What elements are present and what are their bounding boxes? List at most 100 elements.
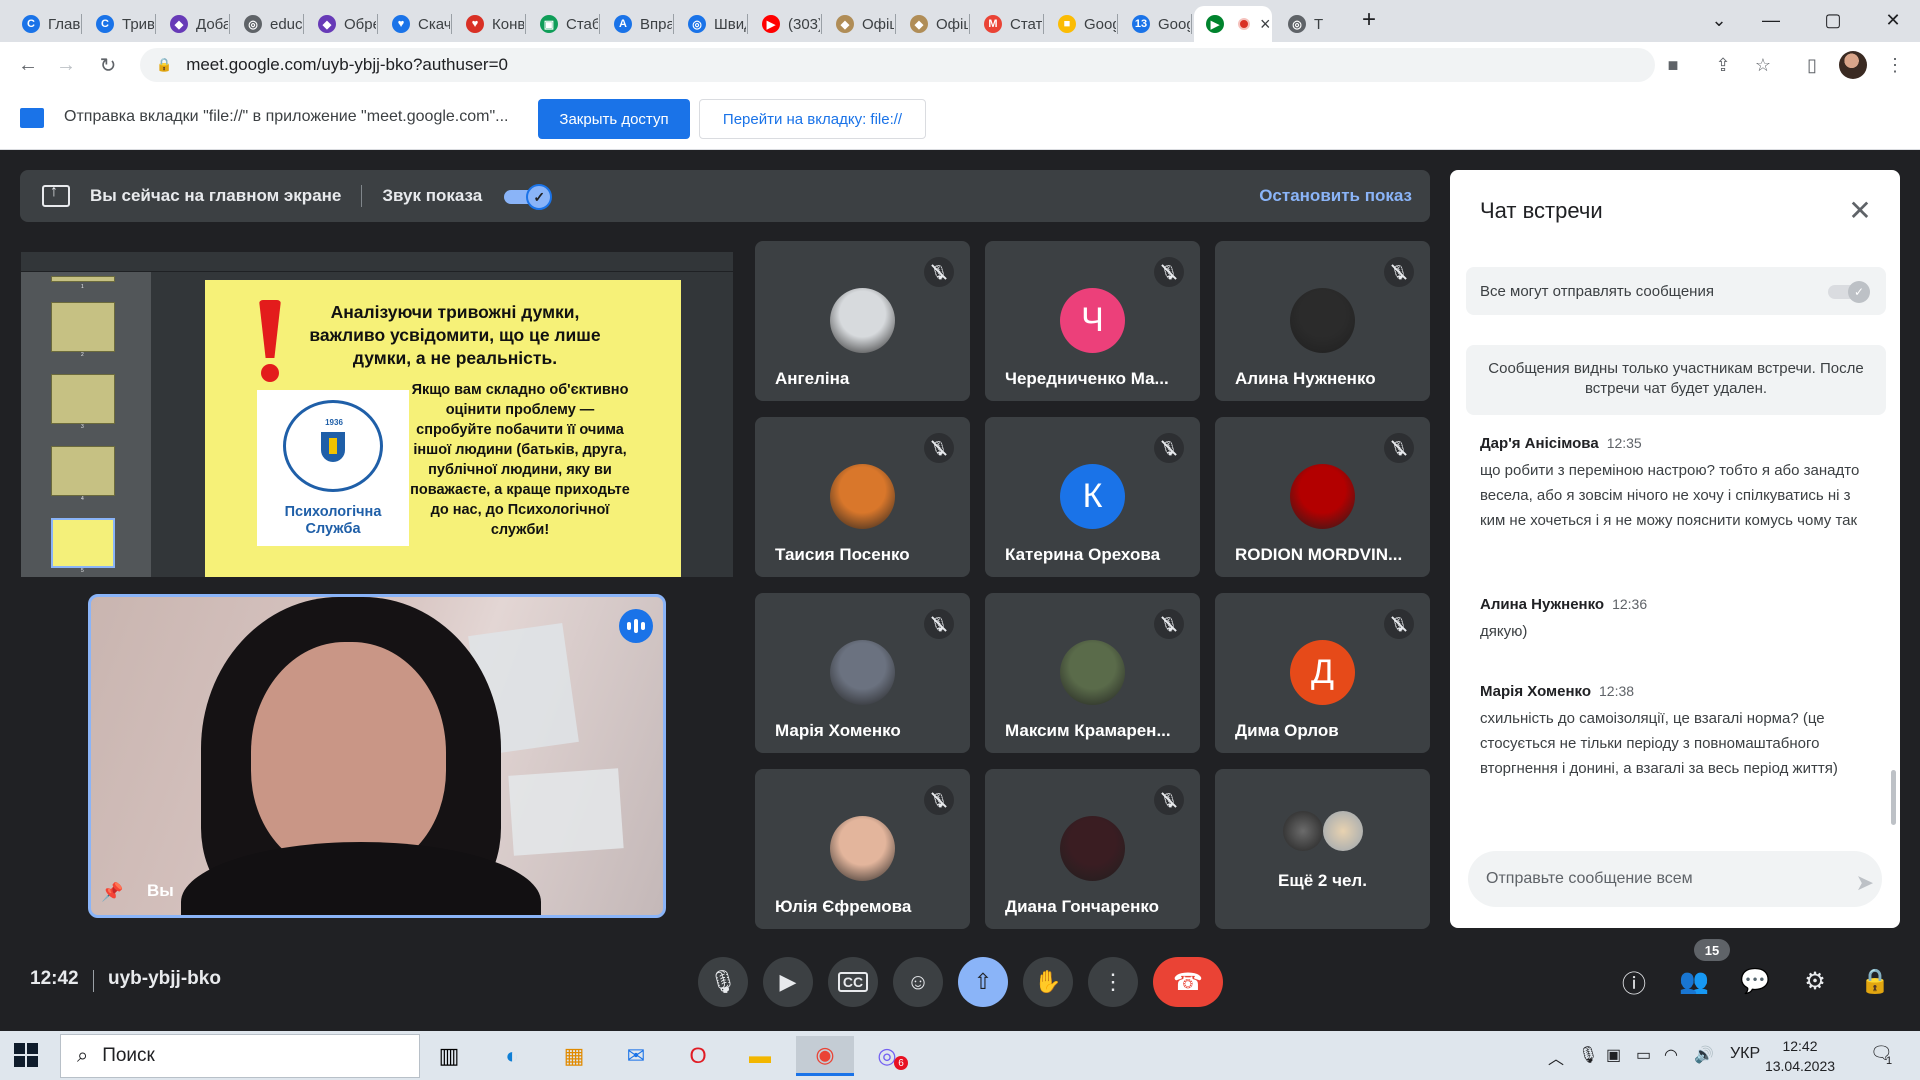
presentation-tile[interactable]: 1 2 3 4 5 Аналізуючи тривожні думки, важливо… bbox=[21, 252, 733, 577]
tab-label: Главн bbox=[48, 15, 80, 33]
browser-tab[interactable]: ♥ Конве bbox=[454, 6, 524, 42]
windows-start-icon[interactable] bbox=[14, 1043, 38, 1067]
browser-tab[interactable]: ♥ Скача bbox=[380, 6, 450, 42]
tray-chevron-icon[interactable]: ︿ bbox=[1548, 1045, 1564, 1069]
raise-hand-button[interactable]: ✋ bbox=[1023, 957, 1073, 1007]
browser-tab[interactable]: ■ Goog bbox=[1046, 6, 1116, 42]
chrome-icon[interactable]: ◉ bbox=[796, 1036, 854, 1076]
bookmark-star-icon[interactable]: ☆ bbox=[1746, 48, 1780, 82]
people-icon[interactable]: 👥 bbox=[1674, 961, 1714, 1001]
tab-search-icon[interactable]: ⌄ bbox=[1696, 4, 1742, 36]
edge-icon[interactable]: ◐ bbox=[483, 1036, 541, 1076]
close-icon[interactable]: ✕ bbox=[1840, 190, 1880, 230]
volume-tray-icon[interactable]: 🔊 bbox=[1694, 1045, 1714, 1065]
activities-icon[interactable]: ⚙ bbox=[1795, 961, 1835, 1001]
chat-message: Марія Хоменко 12:38 схильність до самоізол… bbox=[1480, 683, 1875, 781]
minimize-icon[interactable]: — bbox=[1748, 4, 1794, 36]
task-view-icon[interactable]: ▥ bbox=[420, 1036, 478, 1076]
participant-tile[interactable]: 🎙 Таисия Посенко bbox=[755, 417, 970, 577]
menu-kebab-icon[interactable]: ⋮ bbox=[1878, 48, 1912, 82]
mail-icon[interactable]: ✉ bbox=[607, 1036, 665, 1076]
close-tab-icon[interactable]: × bbox=[1260, 14, 1271, 35]
browser-tab-active[interactable]: ▶ × bbox=[1194, 6, 1272, 42]
go-to-tab-button[interactable]: Перейти на вкладку: file:// bbox=[699, 99, 926, 139]
more-options-button[interactable]: ⋮ bbox=[1088, 957, 1138, 1007]
pdf-thumbnail[interactable] bbox=[51, 276, 115, 282]
browser-tab[interactable]: M Стат bbox=[972, 6, 1042, 42]
participant-tile[interactable]: 🎙 Ангеліна bbox=[755, 241, 970, 401]
participant-name: Катерина Орехова bbox=[1005, 545, 1161, 564]
chat-icon[interactable]: 💬 bbox=[1735, 961, 1775, 1001]
new-tab-icon[interactable]: + bbox=[1346, 4, 1392, 36]
forward-icon[interactable]: → bbox=[52, 51, 80, 79]
taskbar-search[interactable]: ⌕ Поиск bbox=[60, 1034, 420, 1078]
host-controls-icon[interactable]: 🔒 bbox=[1855, 961, 1895, 1001]
chat-scrollbar[interactable] bbox=[1891, 770, 1896, 825]
pdf-thumbnail[interactable] bbox=[51, 446, 115, 496]
browser-tab[interactable]: ▶ (303) bbox=[750, 6, 820, 42]
browser-tab[interactable]: ▣ Стабі bbox=[528, 6, 598, 42]
maximize-icon[interactable]: ▢ bbox=[1810, 4, 1856, 36]
store-icon[interactable]: ▦ bbox=[545, 1036, 603, 1076]
reactions-button[interactable]: ☺ bbox=[893, 957, 943, 1007]
side-panel-icon[interactable]: ▯ bbox=[1795, 48, 1829, 82]
browser-tab[interactable]: 13 Goog bbox=[1120, 6, 1190, 42]
send-icon[interactable]: ➤ bbox=[1856, 870, 1874, 896]
mic-off-icon: 🎙 bbox=[1384, 433, 1414, 463]
pdf-thumbnail-selected[interactable] bbox=[51, 518, 115, 568]
participant-tile[interactable]: 🎙 Марія Хоменко bbox=[755, 593, 970, 753]
meeting-info-icon[interactable]: ⓘ bbox=[1614, 961, 1654, 1001]
opera-icon[interactable]: O bbox=[669, 1036, 727, 1076]
browser-tab[interactable]: ◎ educ_ bbox=[232, 6, 302, 42]
leave-call-button[interactable]: ☎ bbox=[1153, 957, 1223, 1007]
browser-tab[interactable]: ◎ Т bbox=[1276, 6, 1342, 42]
browser-tab[interactable]: ◆ Обре bbox=[306, 6, 376, 42]
pin-icon[interactable]: 📌 bbox=[101, 882, 123, 903]
language-indicator[interactable]: УКР bbox=[1730, 1045, 1760, 1063]
battery-tray-icon[interactable]: ▭ bbox=[1636, 1045, 1651, 1065]
participant-tile[interactable]: 🎙 Юлія Єфремова bbox=[755, 769, 970, 929]
window-close-icon[interactable]: ✕ bbox=[1870, 4, 1916, 36]
stop-sharing-button[interactable]: Закрыть доступ bbox=[538, 99, 690, 139]
pdf-thumbnail[interactable] bbox=[51, 374, 115, 424]
share-icon[interactable]: ⇪ bbox=[1706, 48, 1740, 82]
network-tray-icon[interactable]: ▣ bbox=[1606, 1045, 1621, 1065]
more-participants-tile[interactable]: Ещё 2 чел. bbox=[1215, 769, 1430, 929]
present-button[interactable]: ⇧ bbox=[958, 957, 1008, 1007]
file-explorer-icon[interactable]: ▬ bbox=[731, 1036, 789, 1076]
microphone-tray-icon[interactable]: 🎙 bbox=[1578, 1045, 1598, 1065]
browser-tab[interactable]: ◆ Офіц bbox=[898, 6, 968, 42]
browser-tab[interactable]: ◎ Швид bbox=[676, 6, 746, 42]
camera-in-use-icon[interactable]: ■ bbox=[1656, 48, 1690, 82]
browser-tab[interactable]: C Главн bbox=[10, 6, 80, 42]
browser-tab[interactable]: ◆ Офіц bbox=[824, 6, 894, 42]
reload-icon[interactable]: ↻ bbox=[94, 51, 122, 79]
presenting-banner: Вы сейчас на главном экране Звук показа … bbox=[20, 170, 1430, 222]
participant-tile[interactable]: 🎙 Максим Крамарен... bbox=[985, 593, 1200, 753]
participant-tile[interactable]: 🎙 Ч Чередниченко Ма... bbox=[985, 241, 1200, 401]
share-audio-toggle[interactable]: ✓ bbox=[504, 184, 553, 210]
chat-message-input[interactable] bbox=[1468, 851, 1882, 907]
chat-permission-toggle[interactable]: ✓ bbox=[1828, 281, 1872, 303]
profile-avatar[interactable] bbox=[1839, 51, 1867, 79]
microphone-button[interactable]: 🎙 bbox=[698, 957, 748, 1007]
participant-tile[interactable]: 🎙 Д Дима Орлов bbox=[1215, 593, 1430, 753]
lock-icon[interactable]: 🔒 bbox=[156, 57, 172, 73]
wifi-tray-icon[interactable]: ◠ bbox=[1664, 1045, 1678, 1065]
viber-icon[interactable]: ◎ 6 bbox=[858, 1036, 916, 1076]
browser-tab[interactable]: C Триво bbox=[84, 6, 154, 42]
browser-tab[interactable]: A Впра bbox=[602, 6, 672, 42]
browser-tab[interactable]: ◆ Добав bbox=[158, 6, 228, 42]
participant-tile[interactable]: 🎙 Алина Нужненко bbox=[1215, 241, 1430, 401]
participant-tile[interactable]: 🎙 К Катерина Орехова bbox=[985, 417, 1200, 577]
taskbar-clock[interactable]: 12:42 13.04.2023 bbox=[1760, 1036, 1840, 1076]
participant-tile[interactable]: 🎙 Диана Гончаренко bbox=[985, 769, 1200, 929]
camera-button[interactable]: ▶ bbox=[763, 957, 813, 1007]
url-field[interactable]: 🔒 meet.google.com/uyb-ybjj-bko?authuser=… bbox=[140, 48, 1655, 82]
captions-button[interactable]: CC bbox=[828, 957, 878, 1007]
back-icon[interactable]: ← bbox=[14, 51, 42, 79]
participant-tile[interactable]: 🎙 RODION MORDVIN... bbox=[1215, 417, 1430, 577]
self-video-tile[interactable]: 📌 Вы bbox=[88, 594, 666, 918]
stop-presenting-button[interactable]: Остановить показ bbox=[1259, 186, 1412, 206]
pdf-thumbnail[interactable] bbox=[51, 302, 115, 352]
